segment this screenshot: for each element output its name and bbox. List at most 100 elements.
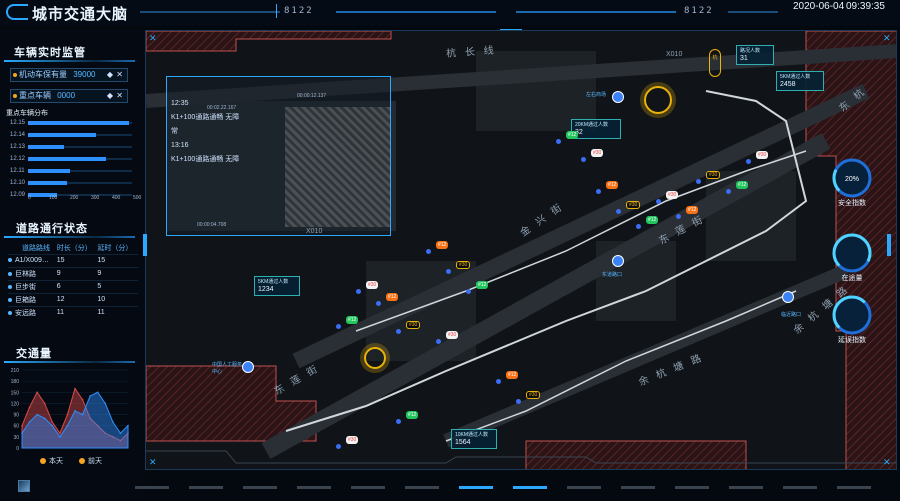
vehicle-badge[interactable]: #30 (526, 391, 541, 399)
nav-segment[interactable] (351, 486, 385, 489)
dropdown-icon[interactable]: ◆ (107, 69, 113, 81)
close-icon[interactable]: ✕ (149, 457, 159, 467)
bullet-icon (8, 271, 12, 276)
poi-label: 中国人工服务中心 (212, 362, 243, 375)
vehicle-dot-icon (496, 379, 501, 384)
nav-segment[interactable] (729, 486, 763, 489)
vehicle-badge[interactable]: #12 (606, 181, 619, 189)
info-card[interactable]: 5KM通过人数 1234 (254, 276, 300, 296)
table-row[interactable]: 巨箱路 12 10 (8, 292, 138, 306)
vehicle-badge[interactable]: #30 (446, 331, 459, 339)
vehicle-dot-icon (676, 214, 681, 219)
vehicle-badge[interactable]: #30 (626, 201, 641, 209)
data-point (51, 421, 54, 423)
axis-tick-label: 100 (49, 195, 58, 201)
data-point (81, 398, 84, 401)
vehicle-badge[interactable]: #12 (506, 371, 519, 379)
dropdown-icon[interactable]: ◆ (107, 90, 113, 102)
nav-segment[interactable] (405, 486, 439, 489)
city-map[interactable]: 12:35 K1+100通路通畅 无障 常 13:16 K1+100通路通畅 无… (145, 30, 897, 470)
filter-value: 39000 (73, 70, 96, 79)
data-point (36, 413, 38, 416)
table-row[interactable]: 巨林路 9 9 (8, 266, 138, 280)
table-row[interactable]: 巨步街 6 5 (8, 279, 138, 293)
nav-segment[interactable] (837, 486, 871, 489)
nav-segment[interactable] (783, 486, 817, 489)
status-dot-icon (13, 73, 17, 77)
poi-marker-icon[interactable] (242, 361, 254, 373)
poi-marker-icon[interactable] (612, 255, 624, 267)
location-tag[interactable]: 杭 (709, 49, 721, 77)
bullet-icon (8, 284, 12, 289)
time-display: 09:39:35 (846, 1, 885, 12)
vehicle-badge[interactable]: #12 (736, 181, 749, 189)
key-vehicle-filter[interactable]: 重点车辆 0000 ◆ ✕ (10, 89, 128, 103)
nav-segment[interactable] (297, 486, 331, 489)
traffic-flow-chart: 210 180 150 120 90 60 30 0 (11, 368, 129, 452)
vehicle-badge[interactable]: #30 (591, 149, 604, 157)
nav-segment[interactable] (189, 486, 223, 489)
vehicle-badge[interactable]: #30 (706, 171, 721, 179)
axis-tick-label: 200 (70, 195, 79, 201)
nav-segment[interactable] (675, 486, 709, 489)
top-divider (516, 11, 676, 13)
bar-label: 12.09 (10, 192, 26, 198)
vehicle-badge[interactable]: #30 (456, 261, 471, 269)
section-divider (4, 236, 135, 238)
left-panel-handle[interactable] (143, 234, 147, 256)
data-point (28, 406, 31, 408)
table-row[interactable]: A1/X009… 15 15 (8, 253, 138, 267)
vehicle-badge[interactable]: #30 (406, 321, 421, 329)
info-card[interactable]: 5KM通过人数 2458 (776, 71, 824, 91)
gauge[interactable]: 在途量 (822, 231, 882, 291)
route-status-table: 道路路线 时长（分） 延时（分） A1/X009… 15 15 巨林路 9 9 巨步街 6 5 巨… (8, 242, 138, 319)
poi-marker-icon[interactable] (782, 291, 794, 303)
close-icon[interactable]: ✕ (149, 33, 159, 43)
close-icon[interactable]: ✕ (883, 33, 893, 43)
close-icon[interactable]: ✕ (883, 457, 893, 467)
info-card[interactable]: 10KM通过人数 1564 (451, 429, 497, 449)
poi-label: 东道路口 (602, 272, 623, 278)
distribution-x-axis: 0 100 200 300 400 500 (28, 195, 146, 203)
nav-segment[interactable] (567, 486, 601, 489)
bar-row: 12.10 (10, 178, 140, 190)
vehicle-badge[interactable]: #12 (566, 131, 579, 139)
overlay-line: K1+100通路通畅 无障 (171, 156, 240, 163)
vehicle-badge[interactable]: #30 (346, 436, 359, 444)
table-row[interactable]: 安远路 11 11 (8, 305, 138, 319)
nav-segment[interactable] (459, 486, 493, 489)
info-card[interactable]: 20KM通过人数 32 (571, 119, 621, 139)
camera-marker-icon[interactable] (364, 347, 386, 369)
vehicle-badge[interactable]: #30 (756, 151, 769, 159)
camera-marker-icon[interactable] (644, 86, 672, 114)
vehicle-badge[interactable]: #12 (646, 216, 659, 224)
info-card[interactable]: 路况人数 31 (736, 45, 774, 65)
nav-segment[interactable] (243, 486, 277, 489)
y-tick-label: 60 (13, 424, 19, 430)
cube-icon[interactable] (18, 480, 30, 492)
nav-segment[interactable] (513, 486, 547, 489)
poi-label: 临近路口 (781, 312, 802, 318)
vehicle-dot-icon (446, 269, 451, 274)
distribution-title: 重点车辆分布 (6, 110, 48, 117)
close-icon[interactable]: ✕ (116, 69, 123, 81)
vehicle-badge[interactable]: #30 (366, 281, 379, 289)
vehicle-badge[interactable]: #12 (386, 293, 399, 301)
gauge[interactable]: 延误指数 (822, 293, 882, 353)
close-icon[interactable]: ✕ (116, 90, 123, 102)
camera-overlay-window[interactable]: 12:35 K1+100通路通畅 无障 常 13:16 K1+100通路通畅 无… (166, 76, 391, 236)
vehicle-badge[interactable]: #12 (346, 316, 359, 324)
vehicle-badge[interactable]: #12 (406, 411, 419, 419)
vehicle-count-filter[interactable]: 机动车保有量 39000 ◆ ✕ (10, 68, 128, 82)
vehicle-badge[interactable]: #12 (436, 241, 449, 249)
right-panel-handle[interactable] (887, 234, 891, 256)
card-value: 1564 (455, 439, 471, 446)
gauge[interactable]: 20% 安全指数 (822, 156, 882, 216)
bar-label: 12.11 (10, 168, 25, 174)
vehicle-badge[interactable]: #30 (666, 191, 679, 199)
vehicle-badge[interactable]: #12 (476, 281, 489, 289)
nav-segment[interactable] (621, 486, 655, 489)
poi-marker-icon[interactable] (612, 91, 624, 103)
nav-segment[interactable] (135, 486, 169, 489)
vehicle-badge[interactable]: #12 (686, 206, 699, 214)
